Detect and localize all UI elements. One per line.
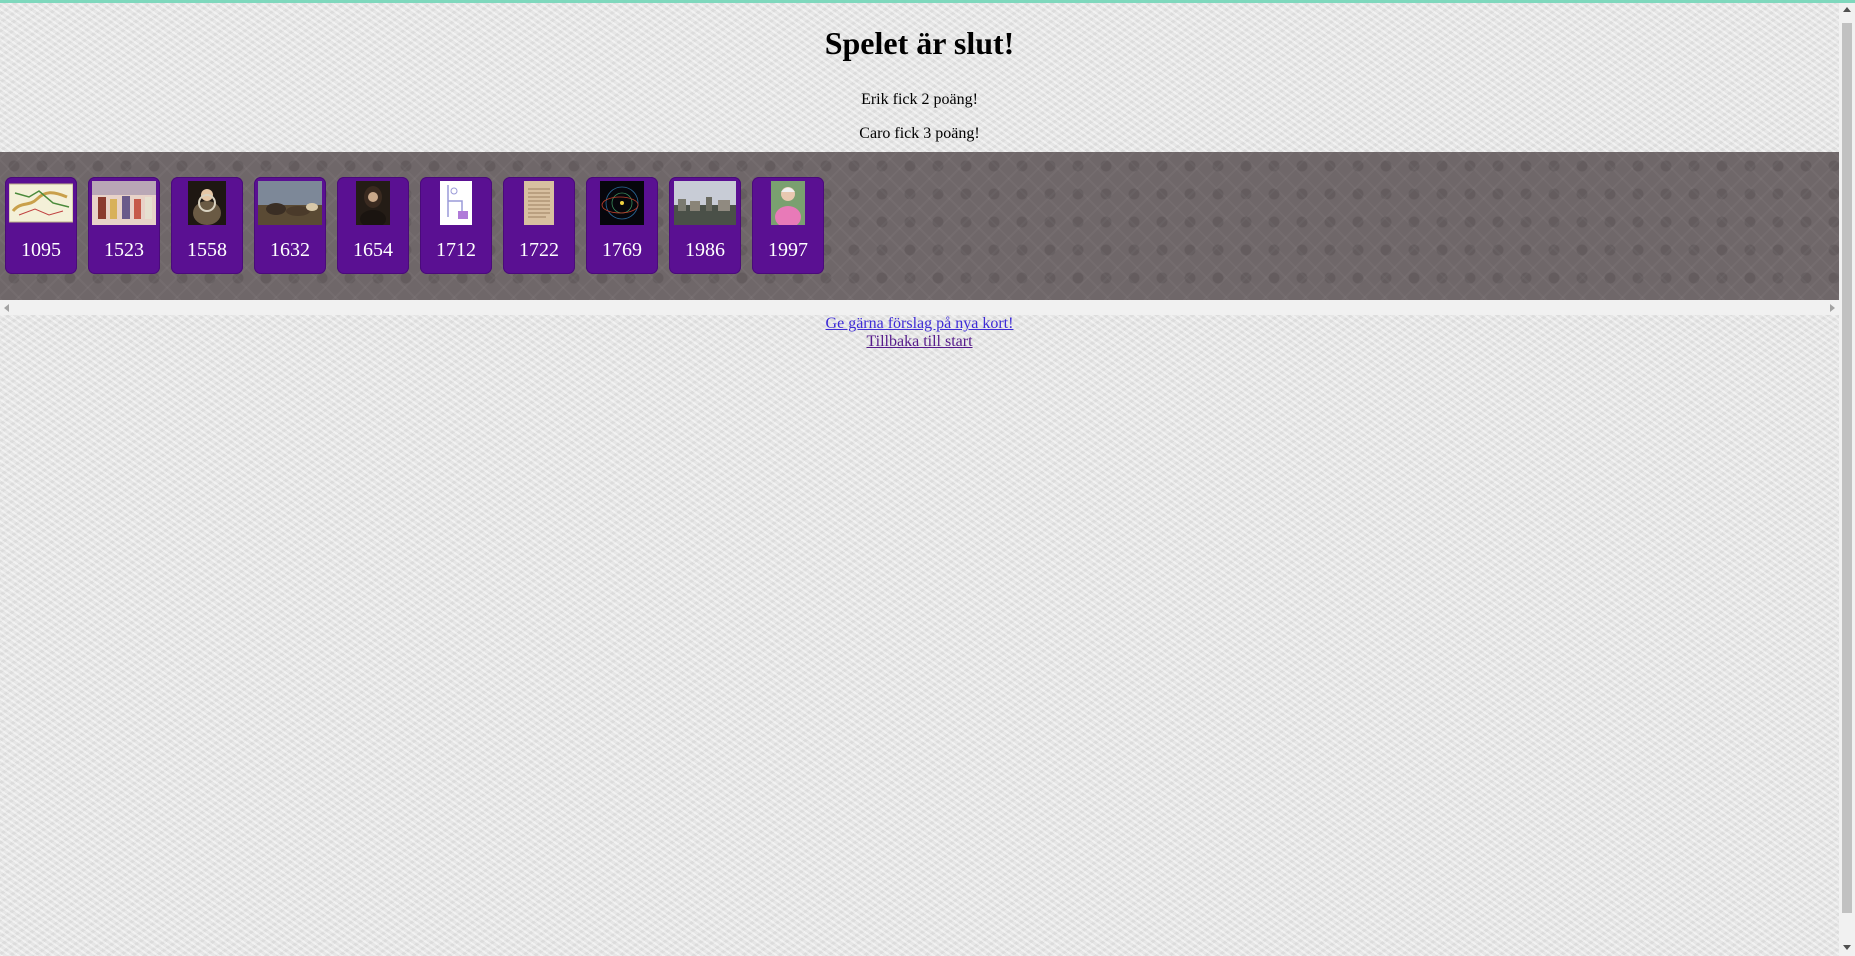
vertical-scrollbar[interactable]	[1839, 3, 1855, 956]
card-year: 1095	[21, 239, 61, 261]
diagram-image	[440, 181, 472, 225]
portrait-queen-image	[188, 181, 226, 225]
scroll-down-icon[interactable]	[1843, 945, 1851, 950]
score-line-erik: Erik fick 2 poäng!	[861, 91, 978, 108]
orbit-image	[600, 181, 644, 225]
card-year: 1986	[685, 239, 725, 261]
painting-crowd-image	[92, 181, 156, 225]
suggest-cards-link[interactable]: Ge gärna förslag på nya kort!	[826, 315, 1014, 332]
scroll-left-icon[interactable]	[4, 304, 9, 312]
horizontal-scrollbar[interactable]	[0, 300, 1839, 315]
card-1523[interactable]: 1523	[88, 177, 160, 274]
card-year: 1769	[602, 239, 642, 261]
scrollbar-thumb[interactable]	[1842, 23, 1852, 913]
card-1654[interactable]: 1654	[337, 177, 409, 274]
footer-links: Ge gärna förslag på nya kort! Tillbaka t…	[0, 315, 1839, 351]
page-title: Spelet är slut!	[824, 25, 1015, 61]
card-1769[interactable]: 1769	[586, 177, 658, 274]
scroll-right-icon[interactable]	[1830, 304, 1835, 312]
top-accent-line	[0, 0, 1855, 3]
card-year: 1997	[768, 239, 808, 261]
card-1997[interactable]: 1997	[752, 177, 824, 274]
card-year: 1558	[187, 239, 227, 261]
photo-person-image	[771, 181, 805, 225]
map-image	[9, 181, 73, 225]
card-year: 1654	[353, 239, 393, 261]
card-1986[interactable]: 1986	[669, 177, 741, 274]
battle-painting-image	[258, 181, 322, 225]
card-1632[interactable]: 1632	[254, 177, 326, 274]
card-1712[interactable]: 1712	[420, 177, 492, 274]
card-1095[interactable]: 1095	[5, 177, 77, 274]
card-year: 1712	[436, 239, 476, 261]
card-1558[interactable]: 1558	[171, 177, 243, 274]
manuscript-image	[524, 181, 554, 225]
card-year: 1722	[519, 239, 559, 261]
card-timeline[interactable]: 1095 1523 1558 1632 1654 1712 1722 1769 …	[0, 152, 1839, 300]
back-to-start-link[interactable]: Tillbaka till start	[866, 333, 972, 350]
scroll-up-icon[interactable]	[1843, 7, 1851, 12]
score-line-caro: Caro fick 3 poäng!	[859, 125, 980, 142]
cityscape-image	[674, 181, 736, 225]
card-year: 1523	[104, 239, 144, 261]
card-year: 1632	[270, 239, 310, 261]
card-1722[interactable]: 1722	[503, 177, 575, 274]
portrait-man-image	[356, 181, 390, 225]
